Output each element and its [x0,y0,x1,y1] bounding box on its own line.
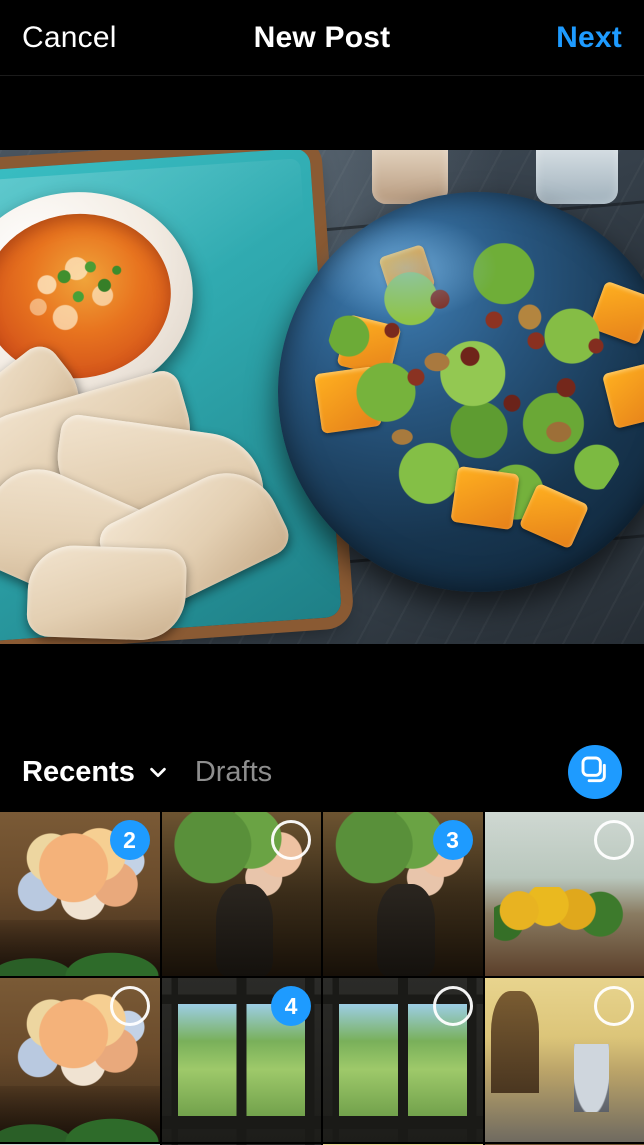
select-multiple-button[interactable] [568,745,622,799]
water-glass [536,150,618,204]
selection-badge-selected[interactable]: 2 [109,820,150,860]
navigation-bar: Cancel New Post Next [0,0,644,76]
selection-badge-empty[interactable] [594,820,634,860]
photo-thumbnail[interactable]: 2 [0,812,160,976]
select-multiple-icon [579,754,611,791]
photo-thumbnail[interactable]: 4 [161,978,321,1142]
photo-preview[interactable] [0,150,644,644]
selection-badge-empty[interactable] [109,986,150,1026]
gallery-toolbar: Recents Drafts [0,735,644,809]
album-name-label: Recents [22,755,135,788]
selection-badge-selected[interactable]: 3 [432,820,473,860]
photo-thumbnail[interactable] [323,978,483,1142]
pita-piece [26,544,188,642]
photo-thumbnail[interactable] [0,978,160,1142]
chevron-down-icon [147,761,169,783]
photo-grid[interactable]: 2 3 4 [0,812,644,1145]
photo-thumbnail[interactable] [161,812,321,976]
squash-cube [450,465,520,531]
preview-image [0,150,644,644]
selection-badge-empty[interactable] [271,820,311,860]
squash-cube [378,243,436,301]
selection-badge-selected[interactable]: 4 [271,986,311,1026]
drafts-button[interactable]: Drafts [195,756,272,789]
photo-thumbnail[interactable] [484,978,644,1142]
selection-badge-empty[interactable] [432,986,473,1026]
dried-cranberries [338,242,638,502]
next-button[interactable]: Next [556,21,622,55]
cancel-button[interactable]: Cancel [22,21,117,55]
photo-thumbnail[interactable] [484,812,644,976]
new-post-screen: Cancel New Post Next Recents Drafts 2 3 … [0,0,644,1145]
album-selector[interactable]: Recents [22,756,169,789]
herb-garnish [46,252,131,316]
selection-badge-empty[interactable] [594,986,634,1026]
photo-thumbnail[interactable]: 3 [323,812,483,976]
